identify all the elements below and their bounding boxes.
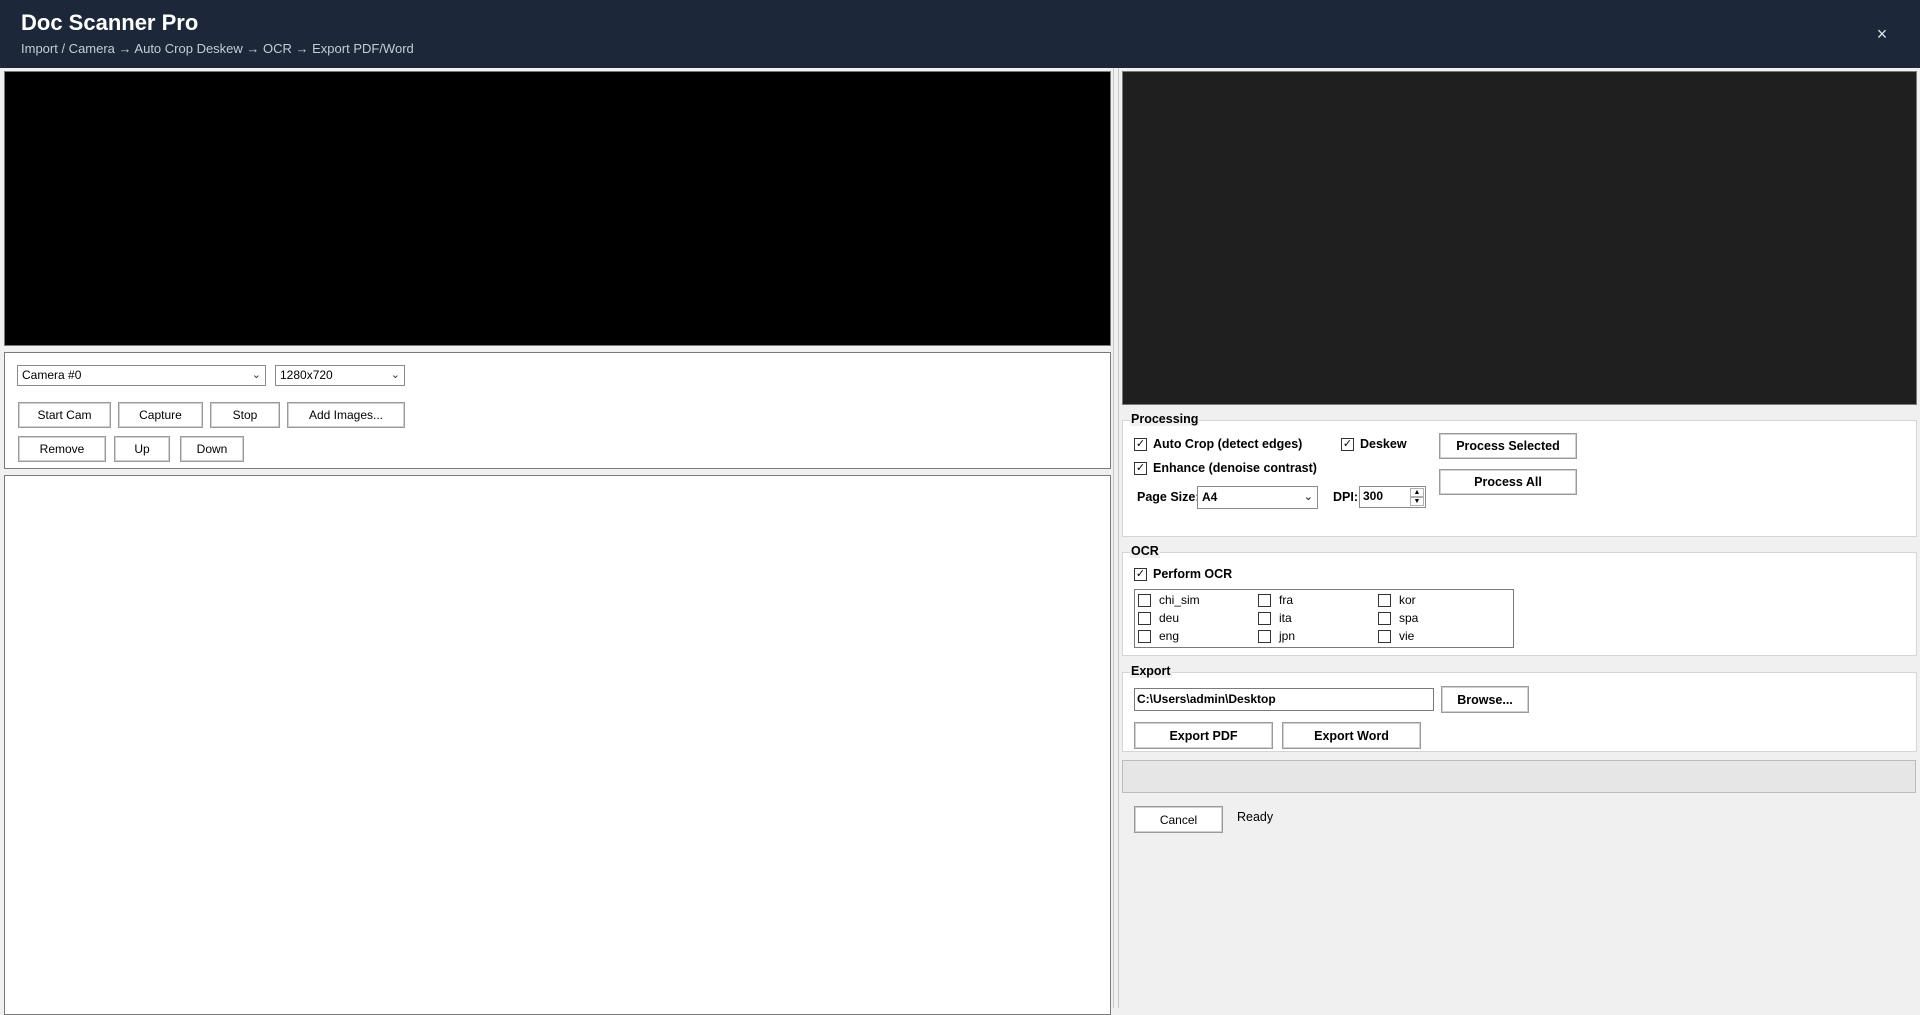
- progress-bar: [1122, 760, 1916, 793]
- export-group-label: Export: [1130, 664, 1172, 678]
- language-spa-checkbox[interactable]: spa: [1378, 611, 1418, 625]
- language-ita-checkbox[interactable]: ita: [1258, 611, 1292, 625]
- dpi-spinner[interactable]: 300 ▲ ▼: [1359, 486, 1426, 508]
- close-icon: ×: [1876, 24, 1888, 44]
- export-path-input[interactable]: C:\Users\admin\Desktop: [1134, 688, 1434, 711]
- chevron-down-icon: ⌄: [251, 369, 261, 381]
- panel-splitter[interactable]: [1113, 68, 1119, 1008]
- title-bar: [0, 0, 1920, 68]
- language-label: deu: [1159, 611, 1180, 625]
- perform-ocr-checkbox[interactable]: ✓ Perform OCR: [1134, 567, 1232, 581]
- language-label: spa: [1399, 611, 1419, 625]
- checkmark-icon: ✓: [1134, 437, 1147, 451]
- cancel-button[interactable]: Cancel: [1134, 806, 1223, 833]
- language-label: jpn: [1279, 629, 1296, 643]
- capture-button[interactable]: Capture: [118, 402, 203, 428]
- dpi-value: 300: [1363, 489, 1384, 503]
- page-size-label: Page Size:: [1137, 490, 1200, 504]
- stop-button[interactable]: Stop: [210, 402, 280, 428]
- checkmark-icon: ✓: [1134, 461, 1147, 475]
- move-down-button[interactable]: Down: [180, 436, 244, 462]
- deskew-label: Deskew: [1360, 437, 1407, 451]
- app-subtitle: Import / Camera → Auto Crop Deskew → OCR…: [21, 41, 414, 56]
- add-images-button[interactable]: Add Images...: [287, 402, 405, 428]
- resolution-value: 1280x720: [280, 368, 333, 382]
- language-label: chi_sim: [1159, 593, 1200, 607]
- language-vie-checkbox[interactable]: vie: [1378, 629, 1414, 643]
- close-button[interactable]: ×: [1868, 20, 1896, 48]
- camera-preview: [4, 71, 1111, 346]
- process-all-button[interactable]: Process All: [1439, 469, 1577, 495]
- language-deu-checkbox[interactable]: deu: [1138, 611, 1179, 625]
- move-up-button[interactable]: Up: [114, 436, 170, 462]
- chevron-down-icon: ⌄: [1303, 491, 1313, 503]
- checkmark-icon: ✓: [1134, 567, 1147, 581]
- checkmark-icon: ✓: [1341, 437, 1354, 451]
- perform-ocr-label: Perform OCR: [1153, 567, 1233, 581]
- export-pdf-button[interactable]: Export PDF: [1134, 722, 1273, 749]
- chevron-down-icon: ⌄: [390, 369, 400, 381]
- processing-group-label: Processing: [1130, 412, 1200, 426]
- page-size-select[interactable]: A4 ⌄: [1197, 486, 1318, 509]
- processed-preview: [1122, 71, 1917, 405]
- start-cam-button[interactable]: Start Cam: [18, 402, 111, 428]
- language-label: ita: [1279, 611, 1292, 625]
- language-label: vie: [1399, 629, 1415, 643]
- remove-button[interactable]: Remove: [18, 436, 106, 462]
- language-label: eng: [1159, 629, 1180, 643]
- language-jpn-checkbox[interactable]: jpn: [1258, 629, 1295, 643]
- dpi-label: DPI:: [1333, 490, 1358, 504]
- language-kor-checkbox[interactable]: kor: [1378, 593, 1416, 607]
- camera-device-value: Camera #0: [22, 368, 82, 382]
- page-list[interactable]: [4, 475, 1111, 1015]
- language-chi-sim-checkbox[interactable]: chi_sim: [1138, 593, 1200, 607]
- app-title: Doc Scanner Pro: [21, 10, 199, 35]
- export-word-button[interactable]: Export Word: [1282, 722, 1421, 749]
- resolution-select[interactable]: 1280x720 ⌄: [275, 365, 405, 386]
- process-selected-button[interactable]: Process Selected: [1439, 433, 1577, 459]
- language-label: kor: [1399, 593, 1416, 607]
- ocr-group-label: OCR: [1130, 544, 1160, 558]
- camera-device-select[interactable]: Camera #0 ⌄: [17, 365, 266, 386]
- spinner-down-icon[interactable]: ▼: [1410, 497, 1424, 506]
- auto-crop-label: Auto Crop (detect edges): [1153, 437, 1303, 451]
- enhance-checkbox[interactable]: ✓ Enhance (denoise contrast): [1134, 461, 1317, 475]
- deskew-checkbox[interactable]: ✓ Deskew: [1341, 437, 1407, 451]
- browse-button[interactable]: Browse...: [1441, 686, 1529, 713]
- language-label: fra: [1279, 593, 1294, 607]
- status-text: Ready: [1237, 810, 1274, 824]
- enhance-label: Enhance (denoise contrast): [1153, 461, 1317, 475]
- language-fra-checkbox[interactable]: fra: [1258, 593, 1293, 607]
- page-size-value: A4: [1202, 490, 1218, 504]
- language-eng-checkbox[interactable]: eng: [1138, 629, 1179, 643]
- auto-crop-checkbox[interactable]: ✓ Auto Crop (detect edges): [1134, 437, 1302, 451]
- spinner-up-icon[interactable]: ▲: [1410, 488, 1424, 497]
